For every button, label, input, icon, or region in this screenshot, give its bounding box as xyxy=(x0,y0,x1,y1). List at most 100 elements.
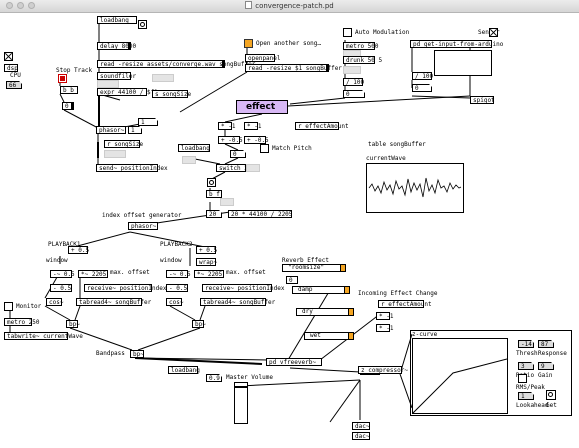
phasor-mid-object[interactable]: phasor~ xyxy=(128,222,158,230)
dsp-toggle[interactable] xyxy=(4,52,13,61)
auto-modulation-label: Auto Modulation xyxy=(355,29,410,36)
div100-object[interactable]: / 100 xyxy=(343,78,364,86)
playback2-label: PLAYBACK2 xyxy=(160,241,193,248)
delay-message[interactable]: delay 8000 xyxy=(97,42,136,50)
bb-object[interactable]: b b xyxy=(60,86,78,94)
times05-b-object[interactable]: - 0.5 xyxy=(166,284,188,292)
loadbang-mid-gatom[interactable] xyxy=(182,156,196,164)
rms-peak-toggle[interactable] xyxy=(518,374,527,383)
minus05-b-object[interactable]: -~ 0.5 xyxy=(166,270,191,278)
effect-subpatch[interactable]: effect xyxy=(236,100,288,114)
times-neg1-d-object[interactable]: * -1 xyxy=(376,324,393,332)
dsp-object[interactable]: dsp xyxy=(4,64,18,72)
times-neg1-c-object[interactable]: * -1 xyxy=(376,312,393,320)
plus05-object[interactable]: + 0.5 xyxy=(68,246,89,254)
bf-gatom[interactable] xyxy=(220,198,234,206)
drunk-object[interactable]: drunk 50 5 xyxy=(343,56,382,64)
loadbang-bang[interactable] xyxy=(138,20,147,29)
receive-position-b-object[interactable]: receive~ positionIndex xyxy=(202,284,284,292)
bp-object[interactable]: bp~ xyxy=(130,350,144,358)
sensor-toggle[interactable] xyxy=(489,28,498,37)
get-bang[interactable] xyxy=(546,390,556,400)
auto-modulation-toggle[interactable] xyxy=(343,28,352,37)
gain-number[interactable]: 9 xyxy=(538,362,554,370)
mul-audio-object[interactable]: bp~ xyxy=(66,320,80,328)
damp-slider[interactable]: damp xyxy=(292,286,350,294)
soundfiler-object[interactable]: soundfiler xyxy=(97,72,136,80)
wet-slider[interactable]: wet xyxy=(304,332,354,340)
metro500-object[interactable]: metro 500 xyxy=(343,42,379,50)
minus05-object[interactable]: -~ 0.5 xyxy=(50,270,75,278)
expr-twenty-object[interactable]: 20 * 44100 / 2205 xyxy=(228,210,292,218)
loadbang-bottom-object[interactable]: loadbang xyxy=(168,366,200,374)
metro250-object[interactable]: metro 250 xyxy=(4,318,40,326)
monitor-toggle[interactable] xyxy=(4,302,13,311)
twenty-number[interactable]: 20 xyxy=(206,210,222,218)
r-effectamount-b-object[interactable]: r effectAmount xyxy=(378,300,432,308)
roomsize-slider[interactable]: "roomsize" xyxy=(282,264,346,272)
read-any-message[interactable]: read -resize $1 songBuffer xyxy=(245,64,342,72)
patch-canvas[interactable]: loadbang delay 8000 read -resize assets/… xyxy=(0,12,579,448)
expr-object[interactable]: expr 44100 / $f1 xyxy=(97,88,158,96)
thresh-number[interactable]: -14 xyxy=(518,340,534,348)
dry-slider[interactable]: dry xyxy=(296,308,354,316)
div-small-object[interactable]: / 100 xyxy=(412,72,433,80)
r-effectamount-object[interactable]: r effectAmount xyxy=(295,122,349,130)
effect-number[interactable]: 0 xyxy=(230,150,246,158)
loadbang-object[interactable]: loadbang xyxy=(97,16,137,24)
response-number[interactable]: 87 xyxy=(538,340,554,348)
pd-vfreeverb-object[interactable]: pd vfreeverb~ xyxy=(266,358,322,366)
songsize-gatom[interactable] xyxy=(152,74,174,82)
wrap-object[interactable]: wrap~ xyxy=(196,258,217,266)
compressor-object[interactable]: z_compressor~ xyxy=(358,366,408,374)
times2205-b-object[interactable]: *~ 2205 xyxy=(194,270,224,278)
dac-small-object[interactable]: dac~ xyxy=(352,432,370,440)
read-converge-message[interactable]: read -resize assets/converge.wav songBuf… xyxy=(97,60,255,68)
bf-object[interactable]: b f xyxy=(206,190,222,198)
drunk-gatom[interactable] xyxy=(343,66,361,74)
open-song-bang[interactable] xyxy=(244,39,253,48)
pd-arduino-object[interactable]: pd get-input-from-arduino xyxy=(410,40,503,48)
spigot-object[interactable]: spigot xyxy=(470,96,495,104)
mul-audio-b-object[interactable]: bp~ xyxy=(192,320,206,328)
plus05-b-object[interactable]: + 0.5 xyxy=(196,246,217,254)
soundfiler-gatom[interactable] xyxy=(97,80,119,88)
tabread4-b-object[interactable]: tabread4~ songBuffer xyxy=(200,298,275,306)
send-position-object[interactable]: send~ positionIndex xyxy=(96,164,168,172)
monitor-label: Monitor xyxy=(16,303,42,310)
times05-object[interactable]: - 0.5 xyxy=(50,284,72,292)
phasor-top-object[interactable]: phasor~ xyxy=(96,126,126,134)
sensor-number[interactable]: 0 xyxy=(412,84,432,92)
switch-bang[interactable] xyxy=(207,178,216,187)
times2205-object[interactable]: *~ 2205 xyxy=(78,270,108,278)
mul-neg1-b-object[interactable]: * -1 xyxy=(244,122,261,130)
tabread4-object[interactable]: tabread4~ songBuffer xyxy=(76,298,151,306)
tabwrite-object[interactable]: tabwrite~ currentWave xyxy=(4,332,83,340)
master-volume-slider[interactable] xyxy=(234,382,248,424)
stop-track-bang[interactable] xyxy=(58,74,67,83)
ratio-number[interactable]: 3 xyxy=(518,362,534,370)
phasor-num[interactable]: 1 xyxy=(128,126,142,134)
receive-position-object[interactable]: receive~ positionIndex xyxy=(84,284,166,292)
songsize-gatom-2[interactable] xyxy=(104,150,126,158)
r-songsize-object[interactable]: r songSize xyxy=(104,140,143,148)
zero-message[interactable]: 0 xyxy=(62,102,74,110)
match-pitch-toggle[interactable] xyxy=(260,144,269,153)
phasor-input-number[interactable]: 1 xyxy=(138,118,158,126)
cos-b-object[interactable]: cos~ xyxy=(166,298,183,306)
plus-neg05-b-object[interactable]: + -0.5 xyxy=(244,136,269,144)
dac-object[interactable]: dac~ xyxy=(352,422,370,430)
cos-object[interactable]: cos~ xyxy=(46,298,63,306)
auto-mod-number[interactable]: 0 xyxy=(343,90,365,98)
switch2-object[interactable]: switch 2 xyxy=(216,164,248,172)
lookahead-number[interactable]: 1 xyxy=(518,392,534,400)
current-wave-array[interactable] xyxy=(366,163,464,213)
loadbang-mid-object[interactable]: loadbang xyxy=(178,144,210,152)
openpanel-object[interactable]: openpanel xyxy=(245,54,281,62)
mul-neg1-object[interactable]: * -1 xyxy=(218,122,235,130)
send-songsize-object[interactable]: s songSize xyxy=(152,90,191,98)
plus-neg05-object[interactable]: + -0.5 xyxy=(218,136,243,144)
master-volume-number[interactable]: 0.9 xyxy=(206,374,222,382)
roomsize-num[interactable]: 0 xyxy=(286,276,298,284)
switch-gatom[interactable] xyxy=(246,164,260,172)
